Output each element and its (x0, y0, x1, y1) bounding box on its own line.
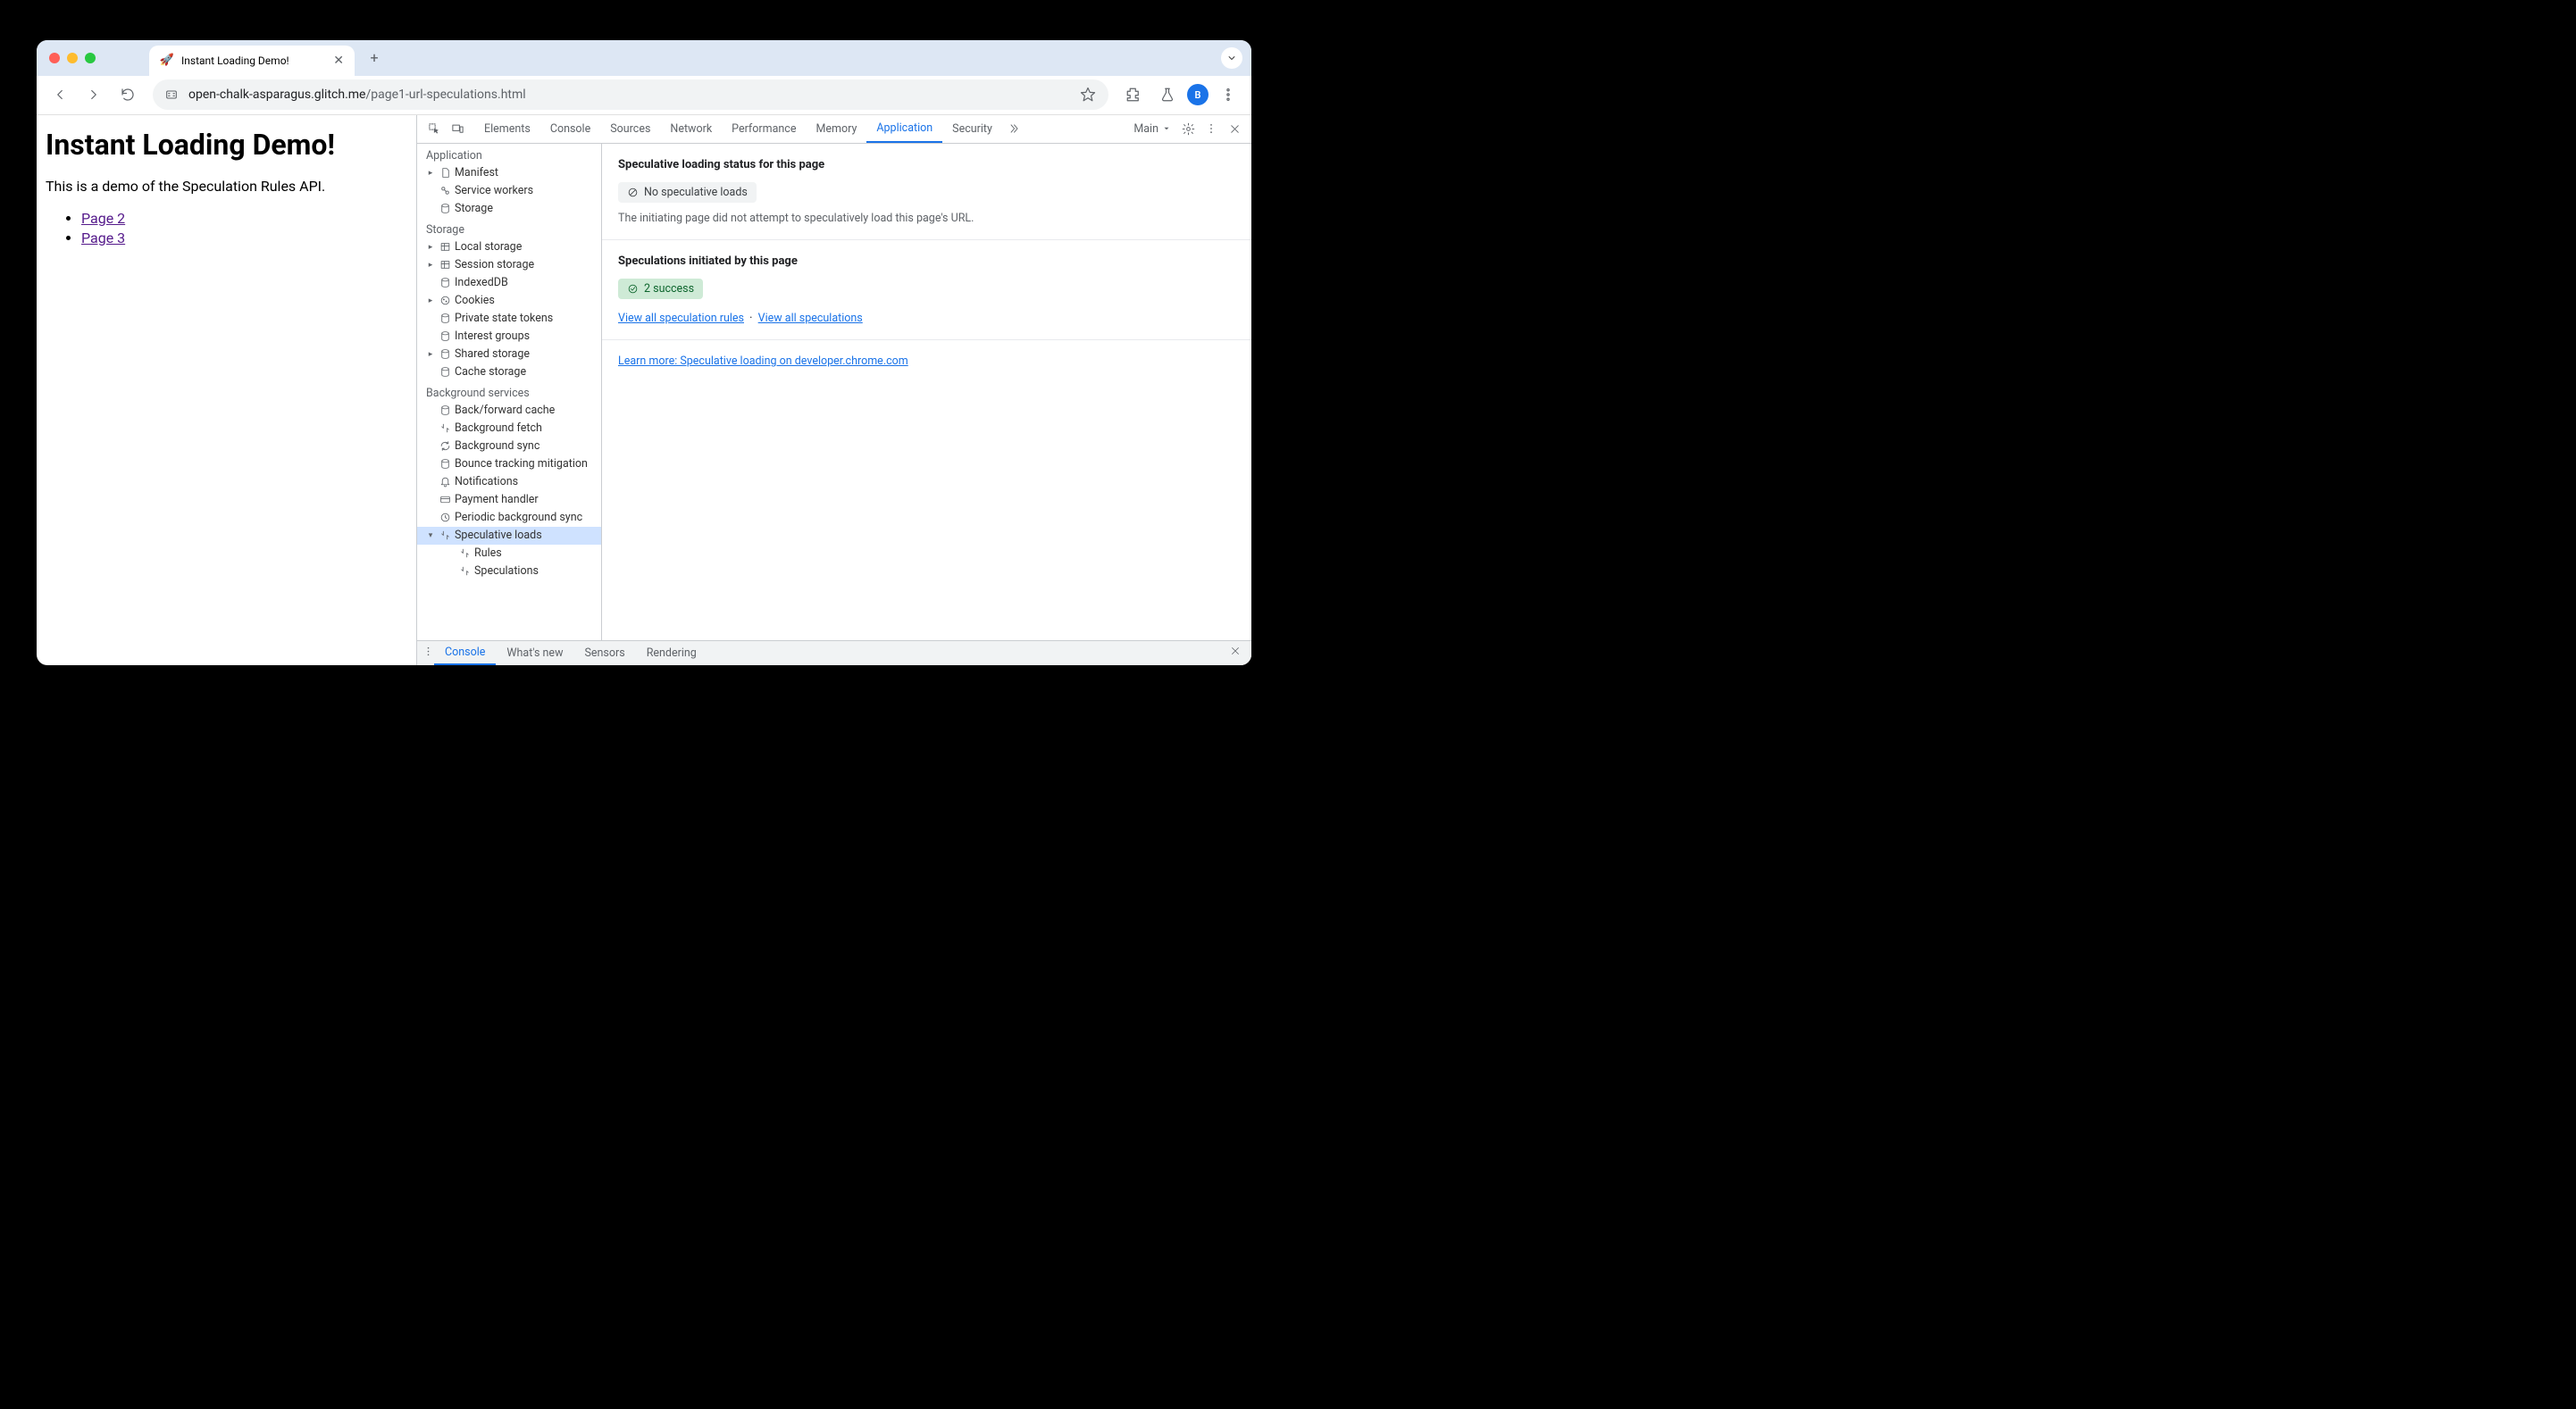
initiated-section: Speculations initiated by this page 2 su… (602, 240, 1251, 340)
devtools-tabbar: Elements Console Sources Network Perform… (417, 115, 1251, 144)
sidebar-item-bounce-tracking[interactable]: Bounce tracking mitigation (417, 455, 601, 473)
browser-toolbar: open-chalk-asparagus.glitch.me/page1-url… (37, 76, 1251, 115)
sidebar-group-storage: Storage (417, 218, 601, 238)
browser-window: 🚀 Instant Loading Demo! ✕ + open-chalk-a… (37, 40, 1251, 665)
profile-avatar[interactable]: B (1187, 84, 1209, 105)
window-controls (49, 53, 96, 63)
page-intro: This is a demo of the Speculation Rules … (46, 178, 407, 195)
tab-list-button[interactable] (1221, 47, 1242, 69)
application-sidebar: Application ▸Manifest Service workers St… (417, 144, 602, 640)
devtools-panel: Elements Console Sources Network Perform… (416, 115, 1251, 665)
sidebar-item-payment-handler[interactable]: Payment handler (417, 491, 601, 509)
site-info-icon[interactable] (163, 87, 180, 103)
sidebar-item-cache-storage[interactable]: Cache storage (417, 363, 601, 381)
devtools-body: Application ▸Manifest Service workers St… (417, 144, 1251, 640)
browser-tab[interactable]: 🚀 Instant Loading Demo! ✕ (149, 46, 355, 76)
sidebar-item-bg-sync[interactable]: Background sync (417, 438, 601, 455)
status-chip: No speculative loads (618, 182, 757, 203)
sidebar-item-spec-rules[interactable]: Rules (417, 545, 601, 563)
close-window-button[interactable] (49, 53, 60, 63)
sidebar-item-local-storage[interactable]: ▸Local storage (417, 238, 601, 256)
sidebar-item-shared-storage[interactable]: ▸Shared storage (417, 346, 601, 363)
tab-close-button[interactable]: ✕ (333, 54, 344, 68)
sidebar-item-manifest[interactable]: ▸Manifest (417, 164, 601, 182)
status-heading: Speculative loading status for this page (618, 158, 1235, 171)
devtools-tab-elements[interactable]: Elements (474, 115, 540, 143)
content-area: Instant Loading Demo! This is a demo of … (37, 115, 1251, 665)
devtools-tab-application[interactable]: Application (866, 115, 942, 143)
settings-button[interactable] (1176, 117, 1200, 140)
view-rules-link[interactable]: View all speculation rules (618, 312, 744, 325)
sidebar-item-bg-fetch[interactable]: Background fetch (417, 420, 601, 438)
back-button[interactable] (46, 80, 74, 109)
sidebar-item-bfcache[interactable]: Back/forward cache (417, 402, 601, 420)
devtools-close-button[interactable] (1223, 117, 1246, 140)
learn-more-link[interactable]: Learn more: Speculative loading on devel… (618, 354, 908, 368)
reload-button[interactable] (113, 80, 142, 109)
sidebar-group-background: Background services (417, 381, 601, 402)
check-circle-icon (627, 283, 639, 295)
sidebar-item-speculative-loads[interactable]: ▾Speculative loads (417, 527, 601, 545)
sidebar-item-cookies[interactable]: ▸Cookies (417, 292, 601, 310)
sidebar-group-application: Application (417, 144, 601, 164)
bookmark-button[interactable] (1078, 80, 1098, 109)
initiated-heading: Speculations initiated by this page (618, 254, 1235, 268)
drawer-tab-sensors[interactable]: Sensors (573, 641, 635, 665)
inspect-element-button[interactable] (422, 117, 446, 140)
device-toolbar-button[interactable] (446, 117, 469, 140)
address-bar[interactable]: open-chalk-asparagus.glitch.me/page1-url… (153, 79, 1108, 110)
sidebar-item-storage[interactable]: Storage (417, 200, 601, 218)
sidebar-item-interest-groups[interactable]: Interest groups (417, 328, 601, 346)
labs-button[interactable] (1153, 80, 1182, 109)
page-link-list: Page 2 Page 3 (46, 209, 407, 249)
sidebar-item-private-tokens[interactable]: Private state tokens (417, 310, 601, 328)
devtools-tab-network[interactable]: Network (660, 115, 722, 143)
minimize-window-button[interactable] (67, 53, 78, 63)
status-message: The initiating page did not attempt to s… (618, 212, 1235, 225)
sidebar-item-periodic-sync[interactable]: Periodic background sync (417, 509, 601, 527)
sidebar-item-spec-speculations[interactable]: Speculations (417, 563, 601, 580)
devtools-drawer: Console What's new Sensors Rendering (417, 640, 1251, 665)
success-chip: 2 success (618, 279, 703, 299)
extensions-button[interactable] (1119, 80, 1148, 109)
learn-more-section: Learn more: Speculative loading on devel… (602, 340, 1251, 382)
devtools-menu-button[interactable] (1200, 117, 1223, 140)
sidebar-item-notifications[interactable]: Notifications (417, 473, 601, 491)
panel-links: View all speculation rules · View all sp… (618, 312, 1235, 325)
tab-favicon: 🚀 (160, 54, 174, 68)
drawer-close-button[interactable] (1225, 646, 1246, 660)
tab-strip: 🚀 Instant Loading Demo! ✕ + (37, 40, 1251, 76)
view-speculations-link[interactable]: View all speculations (758, 312, 863, 325)
drawer-tab-console[interactable]: Console (434, 641, 496, 665)
drawer-tab-whatsnew[interactable]: What's new (496, 641, 573, 665)
tab-title: Instant Loading Demo! (181, 54, 326, 67)
devtools-tab-performance[interactable]: Performance (722, 115, 806, 143)
maximize-window-button[interactable] (85, 53, 96, 63)
prohibit-icon (627, 187, 639, 198)
page-link[interactable]: Page 2 (81, 210, 125, 227)
devtools-tab-security[interactable]: Security (942, 115, 1002, 143)
drawer-menu-button[interactable] (422, 646, 434, 661)
speculative-loads-panel: Speculative loading status for this page… (602, 144, 1251, 640)
devtools-tab-memory[interactable]: Memory (806, 115, 866, 143)
drawer-tab-rendering[interactable]: Rendering (636, 641, 707, 665)
frame-selector[interactable]: Main (1128, 122, 1176, 136)
devtools-tab-sources[interactable]: Sources (600, 115, 660, 143)
page-content: Instant Loading Demo! This is a demo of … (37, 115, 416, 665)
sidebar-item-indexeddb[interactable]: IndexedDB (417, 274, 601, 292)
page-link[interactable]: Page 3 (81, 229, 125, 246)
browser-menu-button[interactable] (1214, 80, 1242, 109)
devtools-tab-console[interactable]: Console (540, 115, 600, 143)
sidebar-item-session-storage[interactable]: ▸Session storage (417, 256, 601, 274)
page-heading: Instant Loading Demo! (46, 128, 407, 162)
url-text: open-chalk-asparagus.glitch.me/page1-url… (188, 88, 526, 102)
new-tab-button[interactable]: + (362, 46, 387, 71)
forward-button[interactable] (79, 80, 108, 109)
more-tabs-button[interactable] (1002, 117, 1025, 140)
sidebar-item-service-workers[interactable]: Service workers (417, 182, 601, 200)
status-section: Speculative loading status for this page… (602, 144, 1251, 240)
